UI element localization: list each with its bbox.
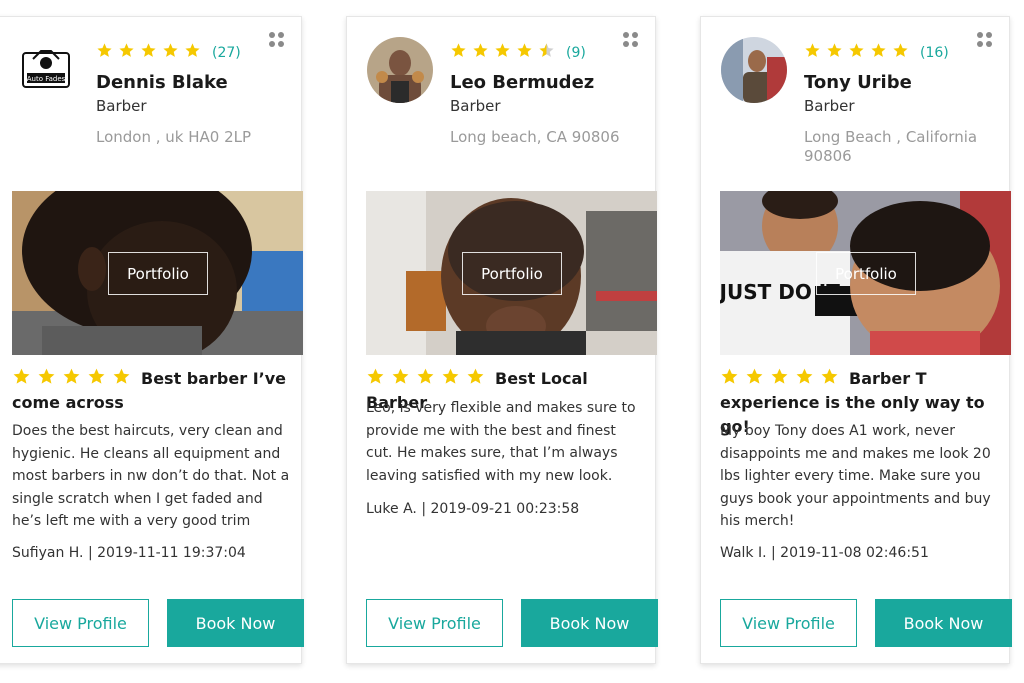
- rating-count[interactable]: (16): [920, 45, 949, 61]
- star-icon: [118, 42, 135, 59]
- grid-menu-icon[interactable]: [623, 32, 639, 48]
- barber-card-dennis-blake: Auto Fades (27) Dennis Blake Barber Lond…: [0, 16, 304, 664]
- star-icon: [112, 367, 131, 386]
- barber-role: Barber: [450, 97, 501, 115]
- rating-count[interactable]: (9): [566, 45, 586, 61]
- review-stars: [366, 367, 491, 386]
- barber-location: Long beach, CA 90806: [450, 128, 620, 146]
- star-icon: [820, 367, 839, 386]
- portfolio-button[interactable]: Portfolio: [462, 252, 562, 295]
- star-icon: [416, 367, 435, 386]
- star-icon: [494, 42, 511, 59]
- barber-name[interactable]: Leo Bermudez: [450, 72, 594, 93]
- star-icon: [466, 367, 485, 386]
- grid-menu-icon[interactable]: [977, 32, 993, 48]
- view-profile-button[interactable]: View Profile: [720, 599, 857, 647]
- star-icon: [62, 367, 81, 386]
- book-now-button[interactable]: Book Now: [521, 599, 658, 647]
- barber-name[interactable]: Dennis Blake: [96, 72, 228, 93]
- star-icon: [162, 42, 179, 59]
- star-icon: [870, 42, 887, 59]
- reviewer-meta: Walk I. | 2019-11-08 02:46:51: [720, 545, 929, 561]
- star-icon: [140, 42, 157, 59]
- reviewer-meta: Sufiyan H. | 2019-11-11 19:37:04: [12, 545, 246, 561]
- star-icon: [450, 42, 467, 59]
- avatar-logo-text: Auto Fades: [27, 75, 66, 83]
- portfolio-button[interactable]: Portfolio: [816, 252, 916, 295]
- avatar[interactable]: [367, 37, 433, 103]
- star-icon: [366, 367, 385, 386]
- rating-stars: (27): [96, 42, 241, 63]
- rating-count[interactable]: (27): [212, 45, 241, 61]
- star-icon: [892, 42, 909, 59]
- star-icon: [770, 367, 789, 386]
- barber-card-tony-uribe: (16) Tony Uribe Barber Long Beach , Cali…: [700, 16, 1012, 664]
- barber-location: Long Beach , California 90806: [804, 128, 978, 165]
- barber-role: Barber: [96, 97, 147, 115]
- star-icon: [184, 42, 201, 59]
- rating-stars: (9): [450, 42, 586, 63]
- star-icon: [826, 42, 843, 59]
- star-icon: [472, 42, 489, 59]
- star-icon: [441, 367, 460, 386]
- review-heading: Best barber I’ve come across: [12, 367, 297, 415]
- star-icon: [37, 367, 56, 386]
- star-icon: [804, 42, 821, 59]
- star-icon: [516, 42, 533, 59]
- review-stars: [12, 367, 137, 386]
- portfolio-photo[interactable]: Portfolio: [366, 191, 657, 355]
- reviewer-meta: Luke A. | 2019-09-21 00:23:58: [366, 501, 580, 517]
- barber-card-leo-bermudez: (9) Leo Bermudez Barber Long beach, CA 9…: [346, 16, 658, 664]
- avatar[interactable]: [721, 37, 787, 103]
- star-icon: [720, 367, 739, 386]
- star-icon: [96, 42, 113, 59]
- portfolio-photo[interactable]: JUST DO IT. Portfolio: [720, 191, 1011, 355]
- review-text: My boy Tony does A1 work, never disappoi…: [720, 423, 991, 529]
- barber-location: London , uk HA0 2LP: [96, 128, 252, 146]
- review-text: Does the best haircuts, very clean and h…: [12, 423, 290, 529]
- barber-role: Barber: [804, 97, 855, 115]
- star-icon: [391, 367, 410, 386]
- star-icon: [538, 42, 555, 59]
- grid-menu-icon[interactable]: [269, 32, 285, 48]
- avatar[interactable]: Auto Fades: [13, 37, 79, 103]
- review-text: Leo, is very flexible and makes sure to …: [366, 400, 636, 484]
- view-profile-button[interactable]: View Profile: [12, 599, 149, 647]
- portfolio-photo[interactable]: Portfolio: [12, 191, 303, 355]
- star-icon: [87, 367, 106, 386]
- view-profile-button[interactable]: View Profile: [366, 599, 503, 647]
- review-stars: [720, 367, 845, 386]
- portfolio-button[interactable]: Portfolio: [108, 252, 208, 295]
- book-now-button[interactable]: Book Now: [875, 599, 1012, 647]
- star-icon: [12, 367, 31, 386]
- book-now-button[interactable]: Book Now: [167, 599, 304, 647]
- star-icon: [795, 367, 814, 386]
- star-icon: [745, 367, 764, 386]
- star-icon: [848, 42, 865, 59]
- rating-stars: (16): [804, 42, 949, 63]
- barber-name[interactable]: Tony Uribe: [804, 72, 912, 93]
